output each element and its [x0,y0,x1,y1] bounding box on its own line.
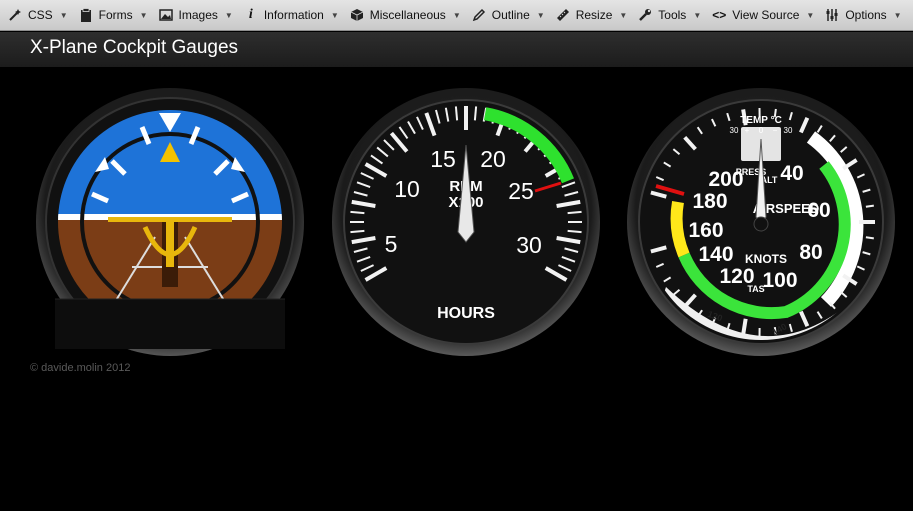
toolbar-label: Images [178,8,218,22]
dropdown-arrow-icon: ▼ [59,10,68,20]
dropdown-arrow-icon: ▼ [224,10,233,20]
airspeed-number: 40 [780,162,803,185]
attitude-indicator-gauge [36,88,304,356]
airspeed-number: 180 [692,190,727,213]
toolbar-menu-view-source[interactable]: <> View Source ▼ [712,8,814,22]
airspeed-indicator-gauge: TEMP °C 30 + 0 − 30 PRESS ALT 40 60 80 1… [627,88,895,356]
wrench-icon [638,8,652,22]
dropdown-arrow-icon: ▼ [619,10,628,20]
toolbar-menu-outline[interactable]: Outline ▼ [472,8,545,22]
temp-scale-value: 0 [759,126,764,135]
cube-icon [350,8,364,22]
toolbar-label: Information [263,8,324,22]
sliders-icon [825,8,839,22]
airspeed-number: 100 [762,269,797,292]
toolbar-label: Resize [575,8,613,22]
toolbar-label: Miscellaneous [369,8,446,22]
toolbar-label: Outline [491,8,530,22]
dropdown-arrow-icon: ▼ [806,10,815,20]
toolbar-label: Options [845,8,887,22]
tick-mark [741,318,748,335]
tacho-number: 5 [385,231,398,257]
airspeed-number: 140 [698,243,733,266]
tick-mark [350,229,365,234]
tacho-number: 30 [516,232,542,258]
temp-scale-value: − [773,126,778,135]
yellow-arc [670,200,690,258]
temp-scale-value: + [745,126,750,135]
page-header: X-Plane Cockpit Gauges [0,32,913,67]
tick-mark [350,210,365,215]
code-icon: <> [712,8,727,22]
tick-mark [567,210,582,215]
copyright-text: © davide.molin 2012 [30,362,131,374]
dropdown-arrow-icon: ▼ [139,10,148,20]
airspeed-number: 160 [688,219,723,242]
toolbar-menu-options[interactable]: Options ▼ [825,8,902,22]
dropdown-arrow-icon: ▼ [452,10,461,20]
tick-mark [865,204,874,208]
dropdown-arrow-icon: ▼ [330,10,339,20]
toolbar-menu-tools[interactable]: Tools ▼ [638,8,701,22]
tacho-number: 15 [430,146,456,172]
toolbar-label: View Source [732,8,800,22]
temp-scale-value: 30 [730,126,739,135]
toolbar-menu-css[interactable]: CSS ▼ [8,8,68,22]
temp-label: TEMP °C [740,115,782,126]
tick-mark [567,229,582,234]
tick-mark [473,106,478,121]
tachometer-gauge: 5 10 15 20 25 30 RPM X100 HOURS [332,88,600,356]
dropdown-arrow-icon: ▼ [536,10,545,20]
info-icon: i [248,7,253,22]
toolbar-menu-miscellaneous[interactable]: Miscellaneous ▼ [350,8,461,22]
toolbar-menu-forms[interactable]: Forms ▼ [79,8,148,22]
toolbar-label: Forms [98,8,133,22]
airspeed-number: 200 [708,168,743,191]
tacho-number: 20 [480,146,506,172]
toolbar-menu-images[interactable]: Images ▼ [158,8,233,22]
toolbar-menu-information[interactable]: i Information ▼ [244,7,339,22]
tick-mark [454,106,459,121]
tas-label: TAS [747,284,764,294]
toolbar-label: CSS [28,8,53,22]
toolbar-menu-resize[interactable]: Resize ▼ [556,8,628,22]
clipboard-icon [79,8,93,22]
dropdown-arrow-icon: ▼ [893,10,902,20]
dropdown-arrow-icon: ▼ [693,10,702,20]
page-title: X-Plane Cockpit Gauges [30,37,239,58]
image-icon [158,8,173,22]
temp-scale-value: 30 [784,126,793,135]
developer-toolbar: CSS ▼ Forms ▼ Images ▼ i Information ▼ Misce… [0,0,913,31]
hours-label: HOURS [437,305,495,322]
pencil-icon [472,8,486,22]
airspeed-number: 80 [799,241,822,264]
tacho-number: 25 [508,178,534,204]
tacho-number: 10 [394,176,420,202]
css-wand-icon [8,8,22,22]
tick-mark [865,236,874,240]
toolbar-label: Tools [658,8,687,22]
ruler-icon [556,8,570,22]
knots-label: KNOTS [745,252,787,266]
